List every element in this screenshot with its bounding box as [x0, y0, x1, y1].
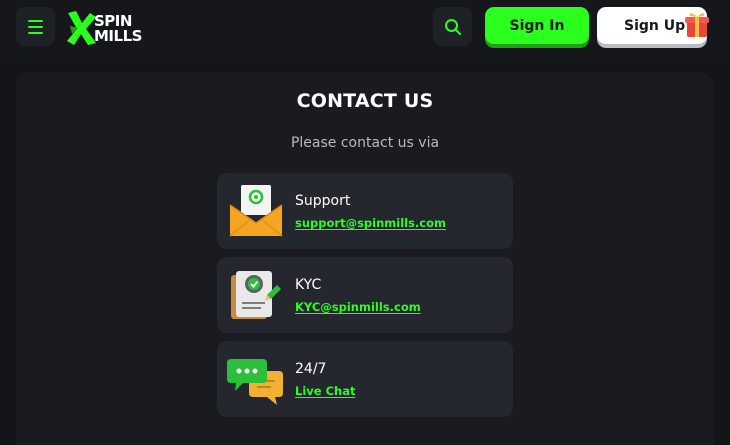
page-subtitle: Please contact us via	[290, 135, 440, 151]
gift-icon	[685, 13, 709, 37]
kyc-document-icon	[231, 271, 281, 319]
contact-label: Support	[295, 193, 351, 209]
logo[interactable]: SPIN MILLS	[66, 8, 146, 48]
contact-item-support: Support support@spinmills.com	[217, 173, 513, 249]
sign-in-button[interactable]: Sign In	[485, 7, 589, 44]
live-chat-link[interactable]: Live Chat	[295, 384, 355, 398]
sign-up-button[interactable]: Sign Up	[597, 7, 709, 44]
contact-label: 24/7	[295, 361, 327, 377]
hamburger-icon	[28, 19, 43, 22]
page-title: CONTACT US	[296, 90, 434, 112]
support-email-link[interactable]: support@spinmills.com	[295, 216, 446, 230]
email-envelope-icon	[229, 185, 283, 237]
top-header: SPIN MILLS Sign In Sign Up	[0, 0, 730, 58]
chat-bubbles-icon	[227, 359, 283, 405]
contact-item-live-chat: 24/7 Live Chat	[217, 341, 513, 417]
menu-button[interactable]	[16, 7, 55, 46]
logo-text: SPIN MILLS	[94, 12, 142, 45]
kyc-email-link[interactable]: KYC@spinmills.com	[295, 300, 421, 314]
search-button[interactable]	[433, 7, 472, 46]
search-icon	[444, 18, 461, 35]
contact-item-kyc: KYC KYC@spinmills.com	[217, 257, 513, 333]
contact-label: KYC	[295, 277, 322, 293]
